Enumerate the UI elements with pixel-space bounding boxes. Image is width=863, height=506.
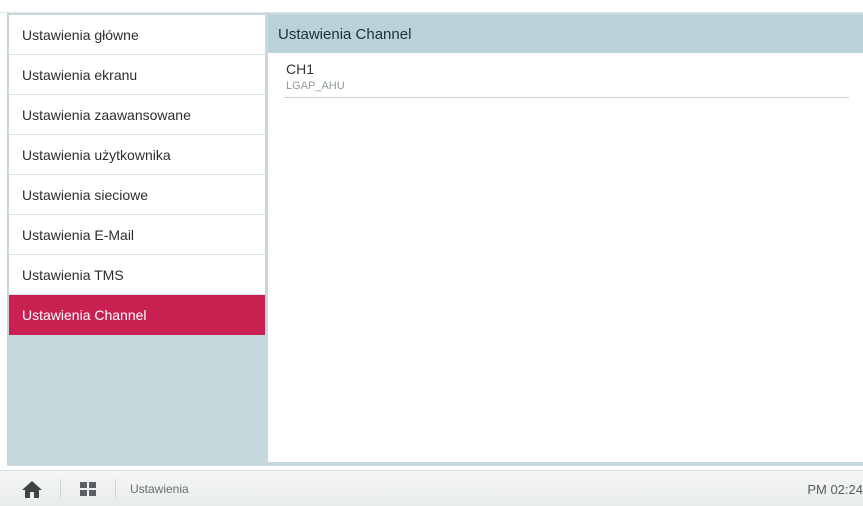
- sidebar-item-channel[interactable]: Ustawienia Channel: [9, 295, 265, 335]
- sidebar-item-tms[interactable]: Ustawienia TMS: [9, 255, 265, 295]
- sidebar-item-label: Ustawienia Channel: [22, 306, 147, 323]
- divider: [60, 479, 61, 499]
- sidebar-item-label: Ustawienia użytkownika: [22, 146, 171, 163]
- channel-protocol: LGAP_AHU: [286, 80, 345, 92]
- channel-item[interactable]: CH1 LGAP_AHU: [284, 59, 849, 98]
- divider: [115, 479, 116, 499]
- breadcrumb: Ustawienia: [130, 482, 189, 496]
- sidebar-item-general[interactable]: Ustawienia główne: [9, 15, 265, 55]
- sidebar-item-label: Ustawienia ekranu: [22, 66, 138, 83]
- sidebar-item-advanced[interactable]: Ustawienia zaawansowane: [9, 95, 265, 135]
- sidebar-item-label: Ustawienia TMS: [22, 266, 124, 283]
- channel-name: CH1: [286, 61, 315, 77]
- settings-sidebar: Ustawienia główne Ustawienia ekranu Usta…: [9, 15, 265, 462]
- page-title: Ustawienia Channel: [278, 25, 412, 43]
- content-panel: Ustawienia Channel CH1 LGAP_AHU: [268, 15, 863, 462]
- clock: PM 02:24: [807, 482, 863, 497]
- home-icon[interactable]: [21, 480, 43, 499]
- content-header: Ustawienia Channel: [268, 15, 863, 53]
- grid-icon[interactable]: [80, 482, 96, 496]
- sidebar-item-user[interactable]: Ustawienia użytkownika: [9, 135, 265, 175]
- bottom-bar: Ustawienia PM 02:24: [0, 470, 863, 506]
- sidebar-item-label: Ustawienia zaawansowane: [22, 106, 191, 123]
- sidebar-item-email[interactable]: Ustawienia E-Mail: [9, 215, 265, 255]
- sidebar-item-label: Ustawienia E-Mail: [22, 226, 135, 243]
- sidebar-item-label: Ustawienia główne: [22, 26, 139, 43]
- sidebar-item-network[interactable]: Ustawienia sieciowe: [9, 175, 265, 215]
- sidebar-item-display[interactable]: Ustawienia ekranu: [9, 55, 265, 95]
- top-border: [0, 0, 863, 13]
- sidebar-item-label: Ustawienia sieciowe: [22, 186, 149, 203]
